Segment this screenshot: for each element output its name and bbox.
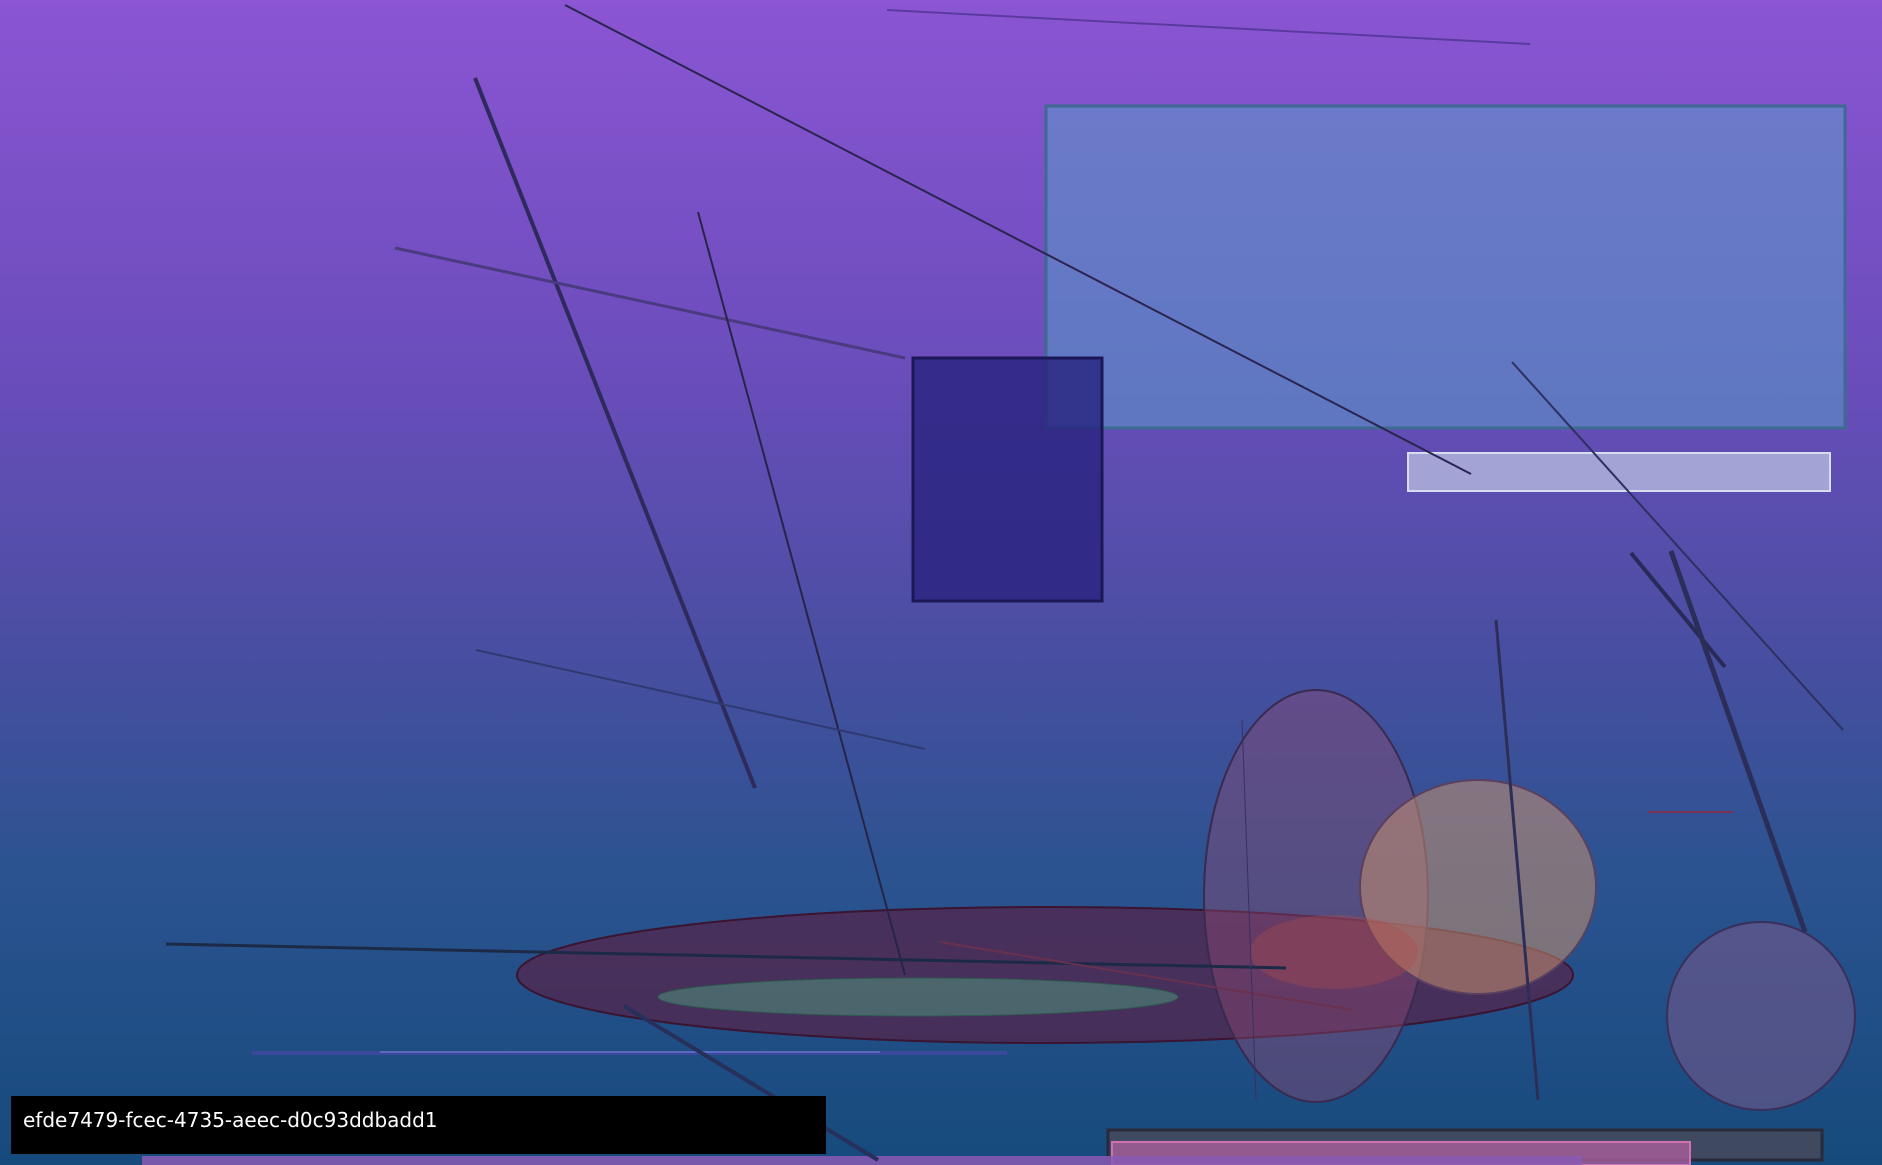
small-red-ellipse [1250,915,1418,989]
line-right-steep [1668,550,1808,933]
id-caption: efde7479-fcec-4735-aeec-d0c93ddbadd1 [11,1096,826,1154]
line-mid-left [475,649,926,750]
teal-ellipse [657,977,1179,1017]
bottom-purple-strip [142,1156,1582,1165]
line-top-faint [886,9,1531,45]
line-diagonal-left [394,246,906,360]
slate-circle [1666,921,1856,1111]
line-steep-center [697,211,906,976]
dark-indigo-rectangle [911,356,1104,603]
light-lavender-bar [1407,452,1831,492]
large-blue-rectangle [1044,104,1847,430]
abstract-canvas [142,4,1856,1165]
